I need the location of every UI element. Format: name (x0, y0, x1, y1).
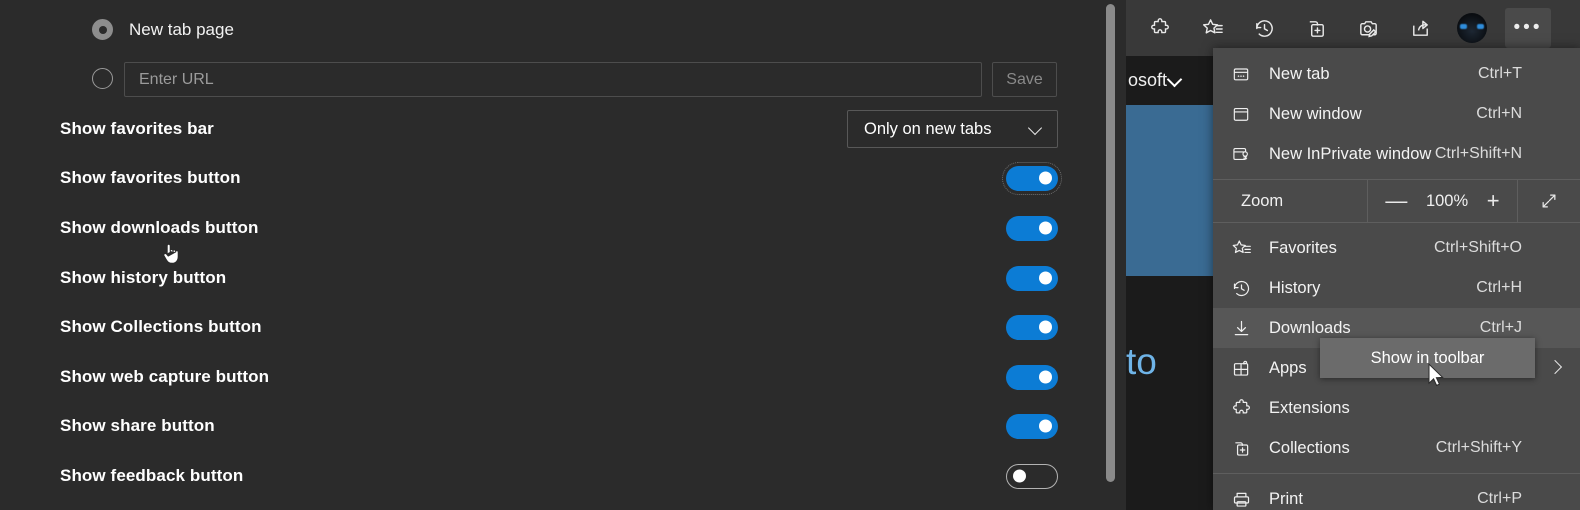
setting-row-show-feedback-button: Show feedback button (0, 454, 1060, 498)
menu-item-accelerator: Ctrl+H (1476, 279, 1522, 297)
startup-option-new-tab-page[interactable]: New tab page (92, 19, 234, 40)
menu-item-new-inprivate-window[interactable]: New InPrivate window Ctrl+Shift+N (1213, 134, 1580, 174)
startup-option-label: New tab page (129, 20, 234, 40)
menu-item-label: Print (1269, 490, 1303, 509)
menu-item-accelerator: Ctrl+Shift+O (1434, 239, 1522, 257)
menu-item-label: New tab (1269, 65, 1330, 84)
favorites-icon (1227, 234, 1255, 262)
favorites-bar-dropdown-value: Only on new tabs (864, 120, 992, 139)
toggle-show-favorites-button[interactable] (1006, 166, 1058, 191)
toggle-show-collections-button[interactable] (1006, 315, 1058, 340)
apps-icon (1227, 354, 1255, 382)
new-tab-icon (1227, 60, 1255, 88)
menu-item-extensions[interactable]: Extensions (1213, 388, 1580, 428)
toggle-show-share-button[interactable] (1006, 414, 1058, 439)
menu-item-label: Extensions (1269, 399, 1350, 418)
setting-label: Show web capture button (60, 367, 269, 387)
setting-label: Show history button (60, 268, 226, 288)
profile-avatar[interactable] (1451, 7, 1493, 49)
chevron-right-icon (1550, 362, 1562, 374)
menu-item-label: Downloads (1269, 319, 1351, 338)
menu-item-print[interactable]: Print Ctrl+P (1213, 479, 1580, 510)
setting-row-show-collections-button: Show Collections button (0, 305, 1060, 349)
menu-separator (1213, 473, 1580, 474)
url-input[interactable] (124, 62, 982, 97)
setting-label: Show favorites bar (60, 119, 214, 139)
extensions-icon (1227, 394, 1255, 422)
menu-item-new-tab[interactable]: New tab Ctrl+T (1213, 54, 1580, 94)
setting-row-show-favorites-bar: Show favorites bar Only on new tabs (0, 107, 1060, 151)
toggle-show-web-capture-button[interactable] (1006, 365, 1058, 390)
setting-row-show-web-capture-button: Show web capture button (0, 355, 1060, 399)
setting-label: Show feedback button (60, 466, 243, 486)
menu-item-label: New window (1269, 105, 1362, 124)
toggle-show-downloads-button[interactable] (1006, 216, 1058, 241)
settings-scrollbar[interactable] (1102, 0, 1119, 510)
menu-zoom-row: Zoom — 100% + (1213, 179, 1580, 223)
print-icon (1227, 485, 1255, 510)
settings-and-more-button[interactable]: ••• (1503, 7, 1553, 49)
menu-item-label: History (1269, 279, 1320, 298)
radio-icon[interactable] (92, 19, 113, 40)
menu-item-collections[interactable]: Collections Ctrl+Shift+Y (1213, 428, 1580, 468)
mouse-cursor-hand (161, 241, 181, 267)
setting-label: Show favorites button (60, 168, 241, 188)
zoom-label: Zoom (1213, 180, 1368, 222)
setting-row-show-downloads-button: Show downloads button (0, 206, 1060, 250)
setting-label: Show share button (60, 416, 215, 436)
toggle-show-feedback-button[interactable] (1006, 464, 1058, 489)
chevron-down-icon (1169, 74, 1182, 87)
menu-item-accelerator: Ctrl+Shift+N (1435, 145, 1522, 163)
setting-label: Show Collections button (60, 317, 262, 337)
menu-item-accelerator: Ctrl+Shift+Y (1436, 439, 1522, 457)
ellipsis-icon[interactable]: ••• (1505, 8, 1551, 48)
chevron-down-icon (1029, 122, 1043, 136)
page-hero-block (1126, 105, 1222, 276)
downloads-icon (1227, 314, 1255, 342)
web-capture-icon[interactable] (1347, 7, 1389, 49)
fullscreen-button[interactable] (1518, 180, 1580, 222)
screen-root: New tab page Save Show favorites bar Onl… (0, 0, 1580, 510)
radio-icon[interactable] (92, 68, 113, 89)
setting-row-show-history-button: Show history button (0, 256, 1060, 300)
favorites-bar-dropdown[interactable]: Only on new tabs (847, 110, 1058, 148)
history-icon[interactable] (1243, 7, 1285, 49)
menu-item-label: Collections (1269, 439, 1350, 458)
zoom-level-value: 100% (1426, 192, 1468, 211)
setting-row-show-favorites-button: Show favorites button (0, 156, 1060, 200)
new-window-icon (1227, 100, 1255, 128)
page-header-text: osoft (1128, 70, 1167, 91)
startup-option-specific-url[interactable] (92, 68, 113, 89)
menu-item-accelerator: Ctrl+P (1477, 490, 1522, 508)
menu-item-favorites[interactable]: Favorites Ctrl+Shift+O (1213, 228, 1580, 268)
settings-and-more-menu: New tab Ctrl+T New window Ctrl+N (1213, 48, 1580, 510)
setting-row-show-share-button: Show share button (0, 404, 1060, 448)
collections-icon (1227, 434, 1255, 462)
menu-item-accelerator: Ctrl+N (1476, 105, 1522, 123)
avatar[interactable] (1457, 13, 1487, 43)
mouse-cursor-arrow (1428, 363, 1446, 389)
collections-icon[interactable] (1295, 7, 1337, 49)
menu-item-label: Favorites (1269, 239, 1337, 258)
page-big-text: to (1126, 341, 1157, 383)
extensions-icon[interactable] (1139, 7, 1181, 49)
history-icon (1227, 274, 1255, 302)
setting-label: Show downloads button (60, 218, 259, 238)
zoom-out-button[interactable]: — (1385, 190, 1407, 212)
inprivate-icon (1227, 140, 1255, 168)
settings-scrollbar-thumb[interactable] (1106, 4, 1115, 482)
menu-item-history[interactable]: History Ctrl+H (1213, 268, 1580, 308)
favorites-icon[interactable] (1191, 7, 1233, 49)
menu-item-label: New InPrivate window (1269, 145, 1431, 164)
menu-item-accelerator: Ctrl+T (1478, 65, 1522, 83)
zoom-in-button[interactable]: + (1487, 190, 1500, 212)
menu-item-new-window[interactable]: New window Ctrl+N (1213, 94, 1580, 134)
share-icon[interactable] (1399, 7, 1441, 49)
toggle-show-history-button[interactable] (1006, 266, 1058, 291)
menu-item-label: Apps (1269, 359, 1307, 378)
menu-item-accelerator: Ctrl+J (1480, 319, 1522, 337)
save-button[interactable]: Save (992, 62, 1057, 97)
